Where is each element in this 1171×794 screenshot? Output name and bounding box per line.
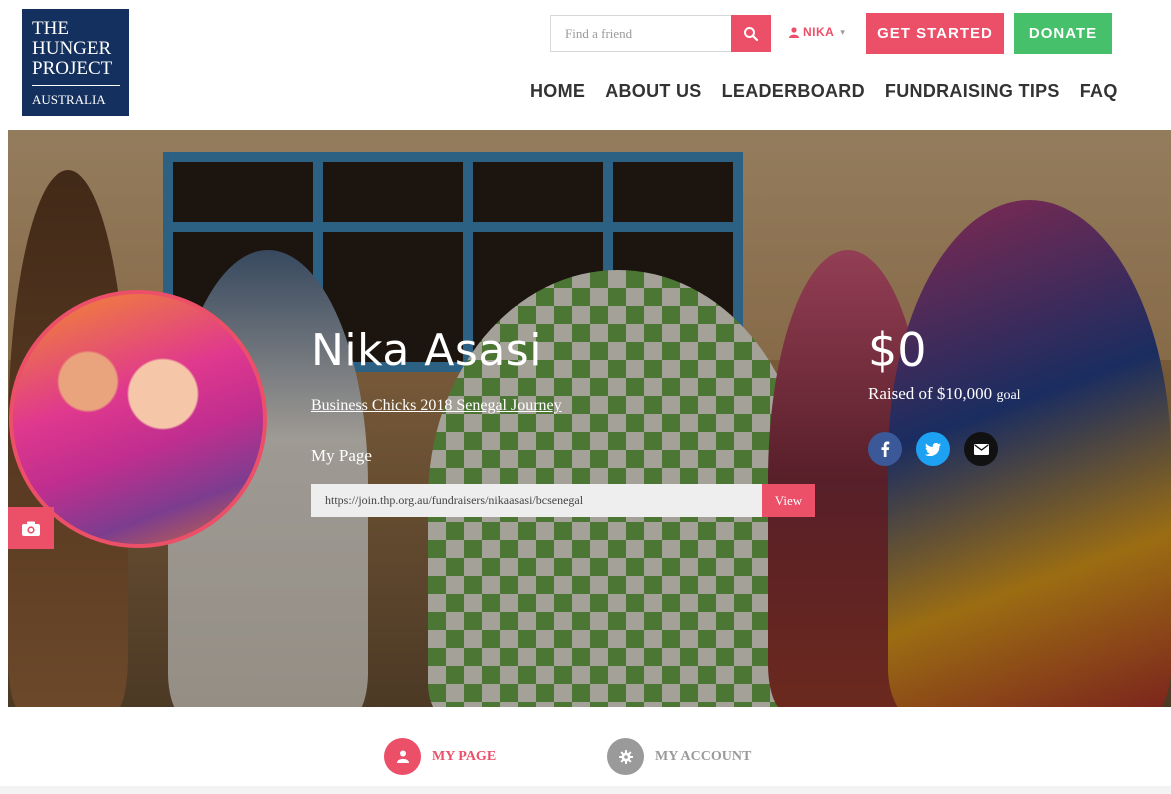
share-buttons [868,432,998,466]
campaign-link[interactable]: Business Chicks 2018 Senegal Journey [311,397,562,415]
donate-button[interactable]: DONATE [1014,13,1112,54]
fundraiser-name: Nika Asasi [311,325,542,376]
user-icon [396,750,409,763]
twitter-icon [925,442,941,456]
nav-leaderboard[interactable]: LEADERBOARD [722,81,865,102]
main-nav: HOME ABOUT US LEADERBOARD FUNDRAISING TI… [530,81,1118,102]
facebook-icon [881,441,890,457]
search-button[interactable] [731,15,771,52]
logo-line-hunger: HUNGER [32,38,112,59]
logo-line-project: PROJECT [32,58,113,79]
gear-tab-icon-wrap [607,738,644,775]
user-icon [789,26,799,38]
user-tab-icon-wrap [384,738,421,775]
camera-icon [22,521,40,536]
view-button[interactable]: View [762,484,815,517]
friend-search [550,15,771,52]
email-share-button[interactable] [964,432,998,466]
my-page-label: My Page [311,446,372,465]
tab-my-account-label: MY ACCOUNT [655,748,752,764]
search-icon [744,26,759,41]
page-url-box: https://join.thp.org.au/fundraisers/nika… [311,484,815,517]
search-input[interactable] [550,15,731,52]
user-menu[interactable]: NIKA ▾ [789,25,845,39]
envelope-icon [973,443,989,455]
get-started-button[interactable]: GET STARTED [866,13,1004,54]
logo[interactable]: THE HUNGER PROJECT AUSTRALIA [22,9,129,116]
goal-text: Raised of $10,000 goal [868,384,1021,404]
nav-home[interactable]: HOME [530,81,585,102]
amount-raised: $0 [868,323,927,377]
goal-suffix: goal [996,388,1021,403]
logo-line-the: THE [32,18,69,39]
facebook-share-button[interactable] [868,432,902,466]
nav-faq[interactable]: FAQ [1080,81,1118,102]
gear-icon [618,749,633,764]
chevron-down-icon: ▾ [840,26,846,37]
footer-divider [0,786,1171,794]
goal-prefix: Raised of $10,000 [868,384,993,403]
tab-my-page-label: MY PAGE [432,748,497,764]
nav-about-us[interactable]: ABOUT US [605,81,701,102]
tab-my-page[interactable]: MY PAGE [384,738,496,775]
nav-fundraising-tips[interactable]: FUNDRAISING TIPS [885,81,1060,102]
user-name: NIKA [803,25,835,39]
tab-my-account[interactable]: MY ACCOUNT [607,738,751,775]
page-url-field[interactable]: https://join.thp.org.au/fundraisers/nika… [311,484,762,517]
twitter-share-button[interactable] [916,432,950,466]
change-photo-button[interactable] [8,507,54,549]
logo-line-australia: AUSTRALIA [32,85,120,107]
